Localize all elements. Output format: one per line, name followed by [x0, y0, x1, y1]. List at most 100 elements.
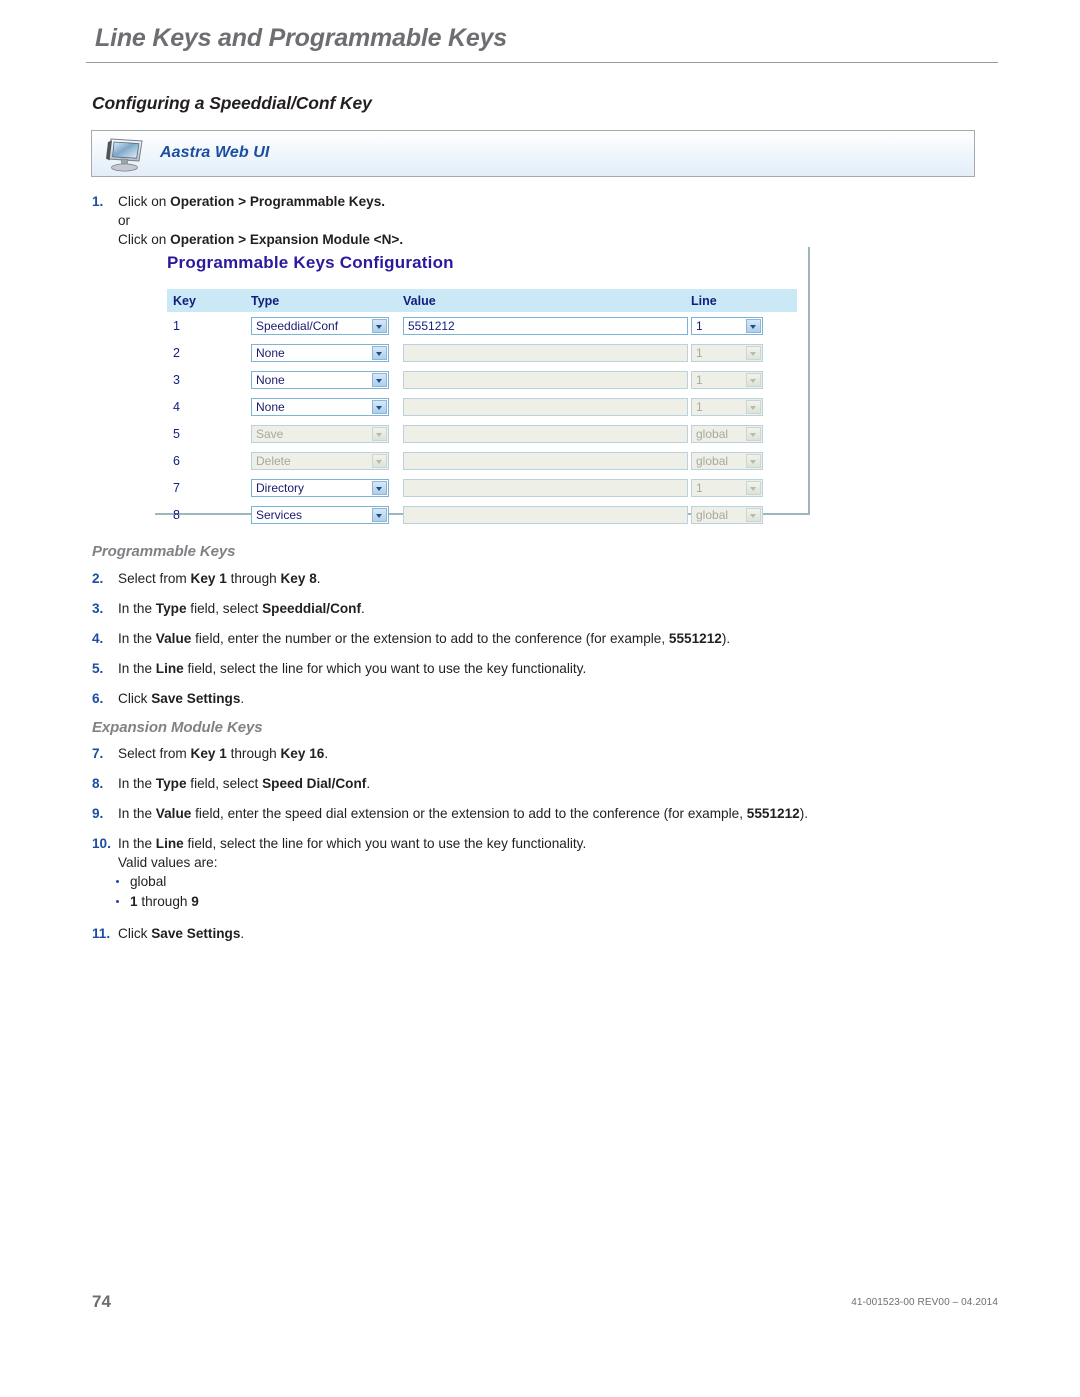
bullet-range-high: 9: [191, 894, 199, 909]
step-11-number: 11.: [92, 926, 111, 941]
step-7-number: 7.: [92, 746, 104, 761]
line-select-value: 1: [696, 372, 703, 387]
step-7-bold1: Key 1: [190, 746, 227, 761]
type-select-value: Save: [256, 426, 284, 441]
step-5-bold1: Line: [155, 661, 184, 676]
step-5-pre: In the: [118, 661, 156, 676]
step-3-number: 3.: [92, 601, 104, 616]
chevron-down-icon[interactable]: [372, 507, 387, 522]
key-number: 1: [173, 318, 180, 333]
line-select-value: global: [696, 507, 729, 522]
step-9-body: In the Value field, enter the speed dial…: [118, 804, 992, 823]
type-select[interactable]: None: [251, 343, 389, 362]
aastra-web-ui-label: Aastra Web UI: [160, 144, 270, 161]
column-header-line: Line: [685, 289, 797, 312]
value-cell: [397, 420, 688, 447]
line-select-value: global: [696, 453, 729, 468]
type-select[interactable]: Speeddial/Conf: [251, 316, 389, 335]
step-2-number: 2.: [92, 571, 104, 586]
chevron-down-icon: [746, 453, 761, 468]
type-select[interactable]: None: [251, 397, 389, 416]
screenshot-title: Programmable Keys Configuration: [167, 253, 454, 272]
table-row: 2 None 1: [167, 339, 797, 366]
step-10: 10. In the Line field, select the line f…: [92, 834, 912, 912]
step-6-number: 6.: [92, 691, 104, 706]
step-6-pre: Click: [118, 691, 152, 706]
step-9-mid: field, enter the speed dial extension or…: [191, 806, 747, 821]
line-select: global: [691, 505, 763, 524]
value-input[interactable]: 5551212: [403, 316, 688, 335]
line-select: 1: [691, 397, 763, 416]
step-8: 8. In the Type field, select Speed Dial/…: [92, 774, 792, 793]
step-4-mid: field, enter the number or the extension…: [191, 631, 669, 646]
step-7-body: Select from Key 1 through Key 16.: [118, 744, 792, 763]
step-5-number: 5.: [92, 661, 104, 676]
step-1-body: Click on Operation > Programmable Keys. …: [118, 192, 612, 249]
document-page: Line Keys and Programmable Keys Configur…: [0, 0, 1080, 1397]
step-2-mid: through: [226, 571, 281, 586]
type-cell: Delete: [245, 447, 397, 474]
page-number: 74: [92, 1292, 111, 1311]
step-3: 3. In the Type field, select Speeddial/C…: [92, 599, 792, 618]
line-select-value: 1: [696, 345, 703, 360]
value-input: [403, 505, 688, 524]
line-select[interactable]: 1: [691, 316, 763, 335]
step-6-post: .: [240, 691, 245, 706]
chevron-down-icon[interactable]: [372, 480, 387, 495]
header-divider: [86, 62, 998, 63]
line-select: 1: [691, 478, 763, 497]
chevron-down-icon[interactable]: [372, 318, 387, 333]
chevron-down-icon: [372, 426, 387, 441]
step-2-body: Select from Key 1 through Key 8.: [118, 569, 792, 588]
line-cell: 1: [685, 312, 797, 339]
step-2-bold1: Key 1: [190, 571, 227, 586]
step-1-line3-bold: Operation > Expansion Module <N>.: [170, 232, 404, 247]
aastra-web-ui-banner: Aastra Web UI: [91, 130, 975, 177]
value-cell: 5551212: [397, 312, 688, 339]
type-cell: Directory: [245, 474, 397, 501]
chevron-down-icon[interactable]: [746, 318, 761, 333]
step-10-bold1: Line: [155, 836, 184, 851]
type-select[interactable]: None: [251, 370, 389, 389]
value-input: [403, 478, 688, 497]
chevron-down-icon[interactable]: [372, 345, 387, 360]
step-1-number: 1.: [92, 194, 104, 209]
programmable-keys-table: Key Type Value Line 1 Speeddial/Conf 555…: [167, 289, 797, 528]
step-6: 6. Click Save Settings.: [92, 689, 592, 708]
table-row: 8 Services global: [167, 501, 797, 528]
chevron-down-icon: [746, 426, 761, 441]
line-cell: 1: [685, 366, 797, 393]
chevron-down-icon[interactable]: [372, 372, 387, 387]
line-select-value: global: [696, 426, 729, 441]
line-cell: 1: [685, 339, 797, 366]
step-2-pre: Select from: [118, 571, 191, 586]
type-cell: Services: [245, 501, 397, 528]
step-8-post: .: [366, 776, 371, 791]
step-9-pre: In the: [118, 806, 156, 821]
table-row: 5 Save global: [167, 420, 797, 447]
step-9-post: ).: [799, 806, 808, 821]
step-10-number: 10.: [92, 836, 111, 851]
step-3-mid: field, select: [186, 601, 263, 616]
step-4: 4. In the Value field, enter the number …: [92, 629, 972, 648]
step-10-mid: field, select the line for which you wan…: [183, 836, 587, 851]
step-7-bold2: Key 16: [280, 746, 325, 761]
chevron-down-icon[interactable]: [372, 399, 387, 414]
step-1-line3-pre: Click on: [118, 232, 171, 247]
step-9: 9. In the Value field, enter the speed d…: [92, 804, 992, 823]
step-8-bold1: Type: [155, 776, 187, 791]
type-select[interactable]: Services: [251, 505, 389, 524]
step-11-pre: Click: [118, 926, 152, 941]
type-select[interactable]: Directory: [251, 478, 389, 497]
step-3-pre: In the: [118, 601, 156, 616]
step-3-body: In the Type field, select Speeddial/Conf…: [118, 599, 792, 618]
type-cell: None: [245, 393, 397, 420]
line-cell: 1: [685, 393, 797, 420]
document-id: 41-001523-00 REV00 – 04.2014: [851, 1297, 998, 1308]
step-1-line2: or: [118, 213, 131, 228]
type-cell: None: [245, 339, 397, 366]
line-cell: global: [685, 501, 797, 528]
type-select-value: None: [256, 345, 285, 360]
type-select-value: None: [256, 399, 285, 414]
line-select: 1: [691, 343, 763, 362]
